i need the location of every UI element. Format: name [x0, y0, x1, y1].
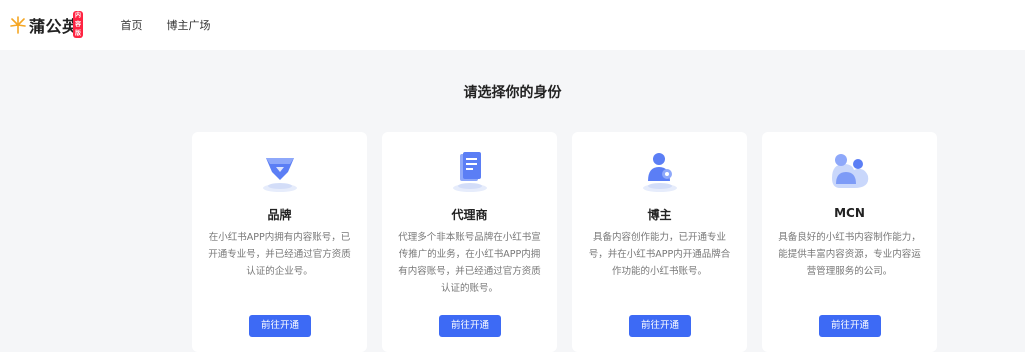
identity-card-creator: 博主 具备内容创作能力，已开通专业号，并在小红书APP内开通品牌合作功能的小红书…	[572, 132, 747, 352]
document-icon	[453, 152, 487, 192]
nav-item-home[interactable]: 首页	[121, 17, 143, 33]
top-navbar: 蒲公英 内容版 首页 博主广场	[0, 0, 1025, 50]
diamond-icon	[263, 158, 297, 192]
card-description: 具备良好的小红书内容制作能力，能提供丰富内容资源，专业内容运营管理服务的公司。	[778, 232, 921, 277]
identity-card-agency: 代理商 代理多个非本账号品牌在小红书宣传推广的业务，在小红书APP内拥有内容账号…	[382, 132, 557, 352]
open-mcn-button[interactable]: 前往开通	[819, 315, 881, 337]
card-title: 品牌	[267, 208, 292, 222]
logo-badge: 内容版	[73, 11, 84, 38]
identity-card-mcn: MCN 具备良好的小红书内容制作能力，能提供丰富内容资源，专业内容运营管理服务的…	[762, 132, 937, 352]
card-description: 代理多个非本账号品牌在小红书宣传推广的业务，在小红书APP内拥有内容账号，并已经…	[398, 232, 541, 294]
open-agency-button[interactable]: 前往开通	[439, 315, 501, 337]
logo[interactable]: 蒲公英 内容版	[10, 0, 84, 50]
card-title: 博主	[647, 208, 672, 222]
page-title: 请选择你的身份	[463, 85, 562, 101]
card-description: 在小红书APP内拥有内容账号，已开通专业号，并已经通过官方资质认证的企业号。	[208, 232, 351, 277]
identity-card-brand: 品牌 在小红书APP内拥有内容账号，已开通专业号，并已经通过官方资质认证的企业号…	[192, 132, 367, 352]
logo-text: 蒲公英	[29, 17, 79, 36]
open-creator-button[interactable]: 前往开通	[629, 315, 691, 337]
card-description: 具备内容创作能力，已开通专业号，并在小红书APP内开通品牌合作功能的小红书账号。	[588, 232, 731, 277]
card-title: MCN	[834, 206, 865, 220]
card-title: 代理商	[451, 208, 488, 222]
main-nav: 首页 博主广场	[121, 17, 235, 33]
dandelion-logo-icon	[10, 16, 26, 34]
identity-cards: 品牌 在小红书APP内拥有内容账号，已开通专业号，并已经通过官方资质认证的企业号…	[192, 132, 952, 352]
nav-item-creator-plaza[interactable]: 博主广场	[167, 17, 211, 33]
user-icon	[643, 153, 677, 192]
group-icon	[832, 154, 869, 188]
open-brand-button[interactable]: 前往开通	[249, 315, 311, 337]
